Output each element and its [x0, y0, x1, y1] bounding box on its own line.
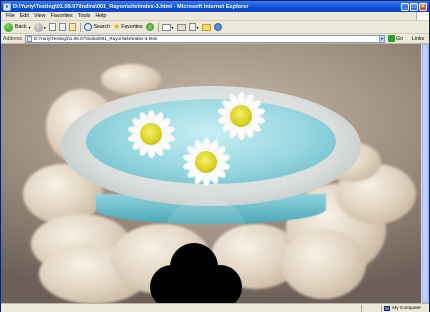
search-icon — [83, 23, 92, 31]
go-label: Go — [396, 35, 403, 42]
mail-button[interactable]: ▾ — [161, 23, 174, 31]
folder-icon — [201, 23, 211, 31]
folder-button[interactable] — [201, 23, 211, 31]
minimize-button[interactable]: _ — [401, 2, 409, 11]
print-button[interactable] — [176, 23, 186, 31]
back-arrow-icon — [4, 22, 13, 32]
refresh-button[interactable] — [58, 23, 66, 31]
status-separator — [361, 304, 362, 312]
edit-button[interactable]: ▾ — [188, 23, 199, 31]
menu-favorites[interactable]: Favorites — [51, 13, 73, 19]
daisy-center — [195, 151, 217, 173]
stop-button[interactable] — [48, 23, 56, 31]
window-title: D:\Yuriy\Testing\01.09.07\Indira\001_Ray… — [13, 3, 249, 10]
printer-icon — [176, 23, 186, 31]
search-button[interactable]: Search — [83, 23, 111, 31]
home-icon — [68, 23, 76, 31]
page-icon — [27, 35, 33, 42]
forward-arrow-icon — [33, 22, 43, 32]
home-button[interactable] — [68, 23, 76, 31]
favorites-label: Favorites — [121, 24, 143, 30]
menu-edit[interactable]: Edit — [20, 13, 29, 19]
chevron-down-icon: ▾ — [43, 24, 46, 30]
links-button[interactable]: Links — [412, 36, 424, 42]
back-button[interactable]: Back ▾ — [4, 22, 31, 32]
forward-button[interactable]: ▾ — [33, 22, 46, 32]
favorites-button[interactable]: ★ Favorites — [113, 23, 143, 31]
windows-logo-icon — [416, 12, 429, 20]
address-dropdown-button[interactable]: ▾ — [379, 34, 386, 43]
menu-view[interactable]: View — [34, 13, 46, 19]
maximize-button[interactable]: □ — [410, 2, 418, 11]
zone-label: My Computer — [392, 305, 421, 311]
menu-bar: File Edit View Favorites Tools Help — [1, 12, 429, 21]
security-zone: My Computer — [381, 304, 429, 312]
go-button[interactable]: Go — [388, 35, 403, 42]
go-arrow-icon — [388, 35, 396, 42]
mail-icon — [161, 23, 171, 31]
chevron-down-icon: ▾ — [28, 24, 31, 30]
messenger-icon — [213, 23, 222, 31]
ie-icon: e — [3, 2, 11, 11]
menu-help[interactable]: Help — [95, 13, 106, 19]
menu-tools[interactable]: Tools — [78, 13, 91, 19]
page-content-image — [1, 44, 421, 303]
address-bar: Address D:\Yuriy\Testing\01.09.07\Indira… — [1, 34, 429, 44]
media-button[interactable] — [145, 23, 154, 31]
daisy-center — [140, 123, 162, 145]
search-label: Search — [93, 24, 111, 30]
vertical-scrollbar[interactable] — [421, 44, 429, 303]
scrollbar-thumb[interactable] — [422, 44, 429, 303]
messenger-button[interactable] — [213, 23, 222, 31]
address-label: Address — [3, 35, 23, 42]
status-bar: My Computer — [1, 303, 429, 312]
edit-icon — [188, 23, 196, 31]
pebble — [101, 64, 161, 94]
back-label: Back — [15, 24, 27, 30]
refresh-icon — [58, 23, 66, 31]
address-value: D:\Yuriy\Testing\01.09.07\Indira\001_Ray… — [34, 36, 158, 41]
chevron-down-icon: ▾ — [196, 24, 199, 30]
computer-icon — [384, 305, 391, 311]
toolbar: Back ▾ ▾ Search ★ Favorites ▾ ▾ — [1, 21, 429, 34]
browser-window: e D:\Yuriy\Testing\01.09.07\Indira\001_R… — [0, 0, 430, 312]
daisy-center — [230, 105, 252, 127]
address-input[interactable]: D:\Yuriy\Testing\01.09.07\Indira\001_Ray… — [25, 34, 381, 43]
close-button[interactable]: × — [419, 2, 427, 11]
pebble — [281, 229, 366, 299]
cloud-lobe — [172, 273, 222, 303]
window-controls: _ □ × — [401, 2, 427, 11]
title-bar: e D:\Yuriy\Testing\01.09.07\Indira\001_R… — [1, 1, 429, 12]
menu-file[interactable]: File — [6, 13, 15, 19]
loading-cloud-shape — [150, 243, 270, 303]
media-icon — [145, 23, 154, 31]
star-icon: ★ — [113, 22, 121, 31]
toolbar-separator — [157, 22, 159, 32]
stop-icon — [48, 23, 56, 31]
chevron-down-icon: ▾ — [171, 24, 174, 30]
toolbar-separator — [79, 22, 81, 32]
